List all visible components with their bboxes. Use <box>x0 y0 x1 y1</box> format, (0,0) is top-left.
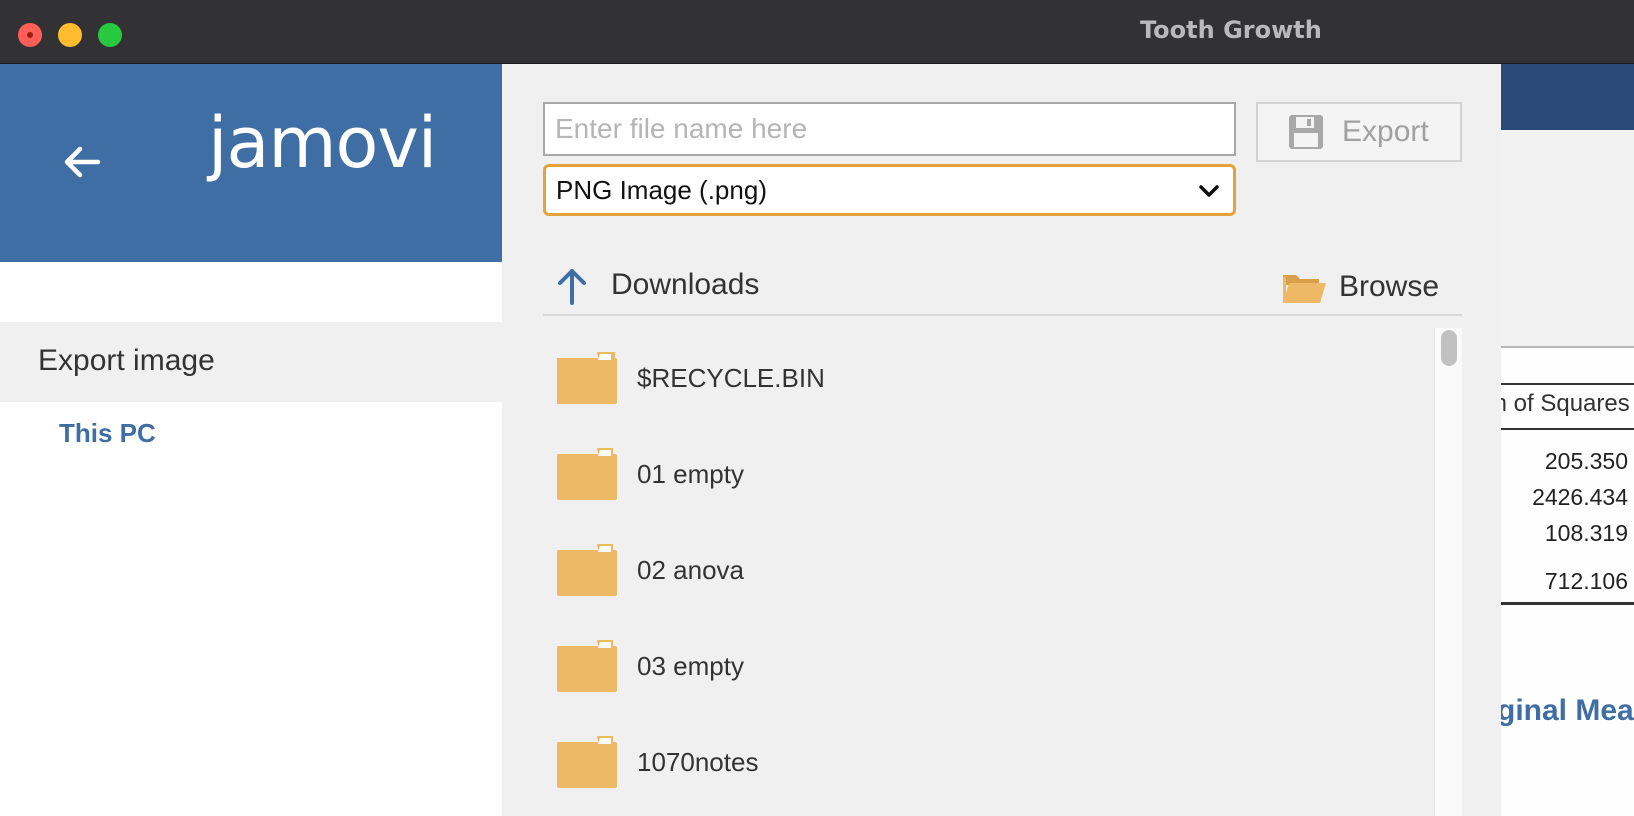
folder-icon <box>557 736 617 788</box>
arrow-left-icon[interactable] <box>58 138 106 186</box>
list-item-name: 1070notes <box>637 746 759 777</box>
sidebar-item-this-pc[interactable]: This PC <box>59 418 156 449</box>
table-cell: 108.319 <box>1544 520 1628 546</box>
list-item-name: 01 empty <box>637 458 744 489</box>
app-window: Tooth Growth jamovi Export image This PC… <box>0 0 1634 816</box>
table-rule <box>1501 602 1634 605</box>
background-toolbar <box>1501 64 1634 130</box>
file-list-scrollbar[interactable] <box>1434 328 1462 816</box>
list-item[interactable]: 03 empty <box>543 618 1423 714</box>
browse-button-label: Browse <box>1339 270 1440 303</box>
file-list: $RECYCLE.BIN 01 empty 02 anova 03 empty … <box>543 330 1433 816</box>
format-select[interactable]: PNG Image (.png) <box>543 164 1236 216</box>
folder-icon <box>557 448 617 500</box>
path-bar: Downloads Browse <box>543 258 1462 316</box>
title-bar: Tooth Growth <box>0 0 1634 64</box>
export-button[interactable]: Export <box>1256 102 1462 162</box>
folder-icon <box>557 352 617 404</box>
filename-input[interactable] <box>543 102 1236 156</box>
folder-icon <box>557 544 617 596</box>
floppy-disk-icon <box>1289 115 1323 149</box>
sidebar-item-label: Export image <box>38 344 215 377</box>
table-rule <box>1501 428 1634 430</box>
table-cell: 712.106 <box>1544 568 1628 594</box>
maximize-window-button[interactable] <box>98 23 122 47</box>
folder-icon <box>557 640 617 692</box>
background-options-area <box>1501 130 1634 348</box>
export-button-label: Export <box>1342 115 1429 148</box>
list-item-name: 03 empty <box>637 650 744 681</box>
chevron-down-icon <box>1199 185 1219 197</box>
current-folder-label: Downloads <box>611 268 760 301</box>
browse-button[interactable]: Browse <box>1281 266 1439 308</box>
arrow-up-icon[interactable] <box>555 266 589 306</box>
close-window-button[interactable] <box>18 23 42 47</box>
table-cell: 2426.434 <box>1532 484 1628 510</box>
table-cell: 205.350 <box>1544 448 1628 474</box>
minimize-window-button[interactable] <box>58 23 82 47</box>
list-item-name: $RECYCLE.BIN <box>637 362 825 393</box>
window-title: Tooth Growth <box>1140 16 1322 44</box>
list-item[interactable]: 02 anova <box>543 522 1423 618</box>
format-select-value: PNG Image (.png) <box>556 174 767 205</box>
folder-open-icon <box>1283 275 1326 303</box>
background-results-panel: m of Squares 205.350 2426.434 108.319 71… <box>1501 64 1634 816</box>
table-column-header: m of Squares <box>1501 390 1630 417</box>
list-item[interactable]: 1070notes <box>543 714 1423 810</box>
list-item[interactable]: $RECYCLE.BIN <box>543 330 1423 426</box>
list-item-name: 02 anova <box>637 554 744 585</box>
scrollbar-thumb[interactable] <box>1441 330 1457 366</box>
table-rule <box>1501 383 1634 385</box>
jamovi-logo: jamovi <box>208 102 437 184</box>
results-subtitle: ginal Mea <box>1501 694 1634 727</box>
list-item[interactable]: 01 empty <box>543 426 1423 522</box>
